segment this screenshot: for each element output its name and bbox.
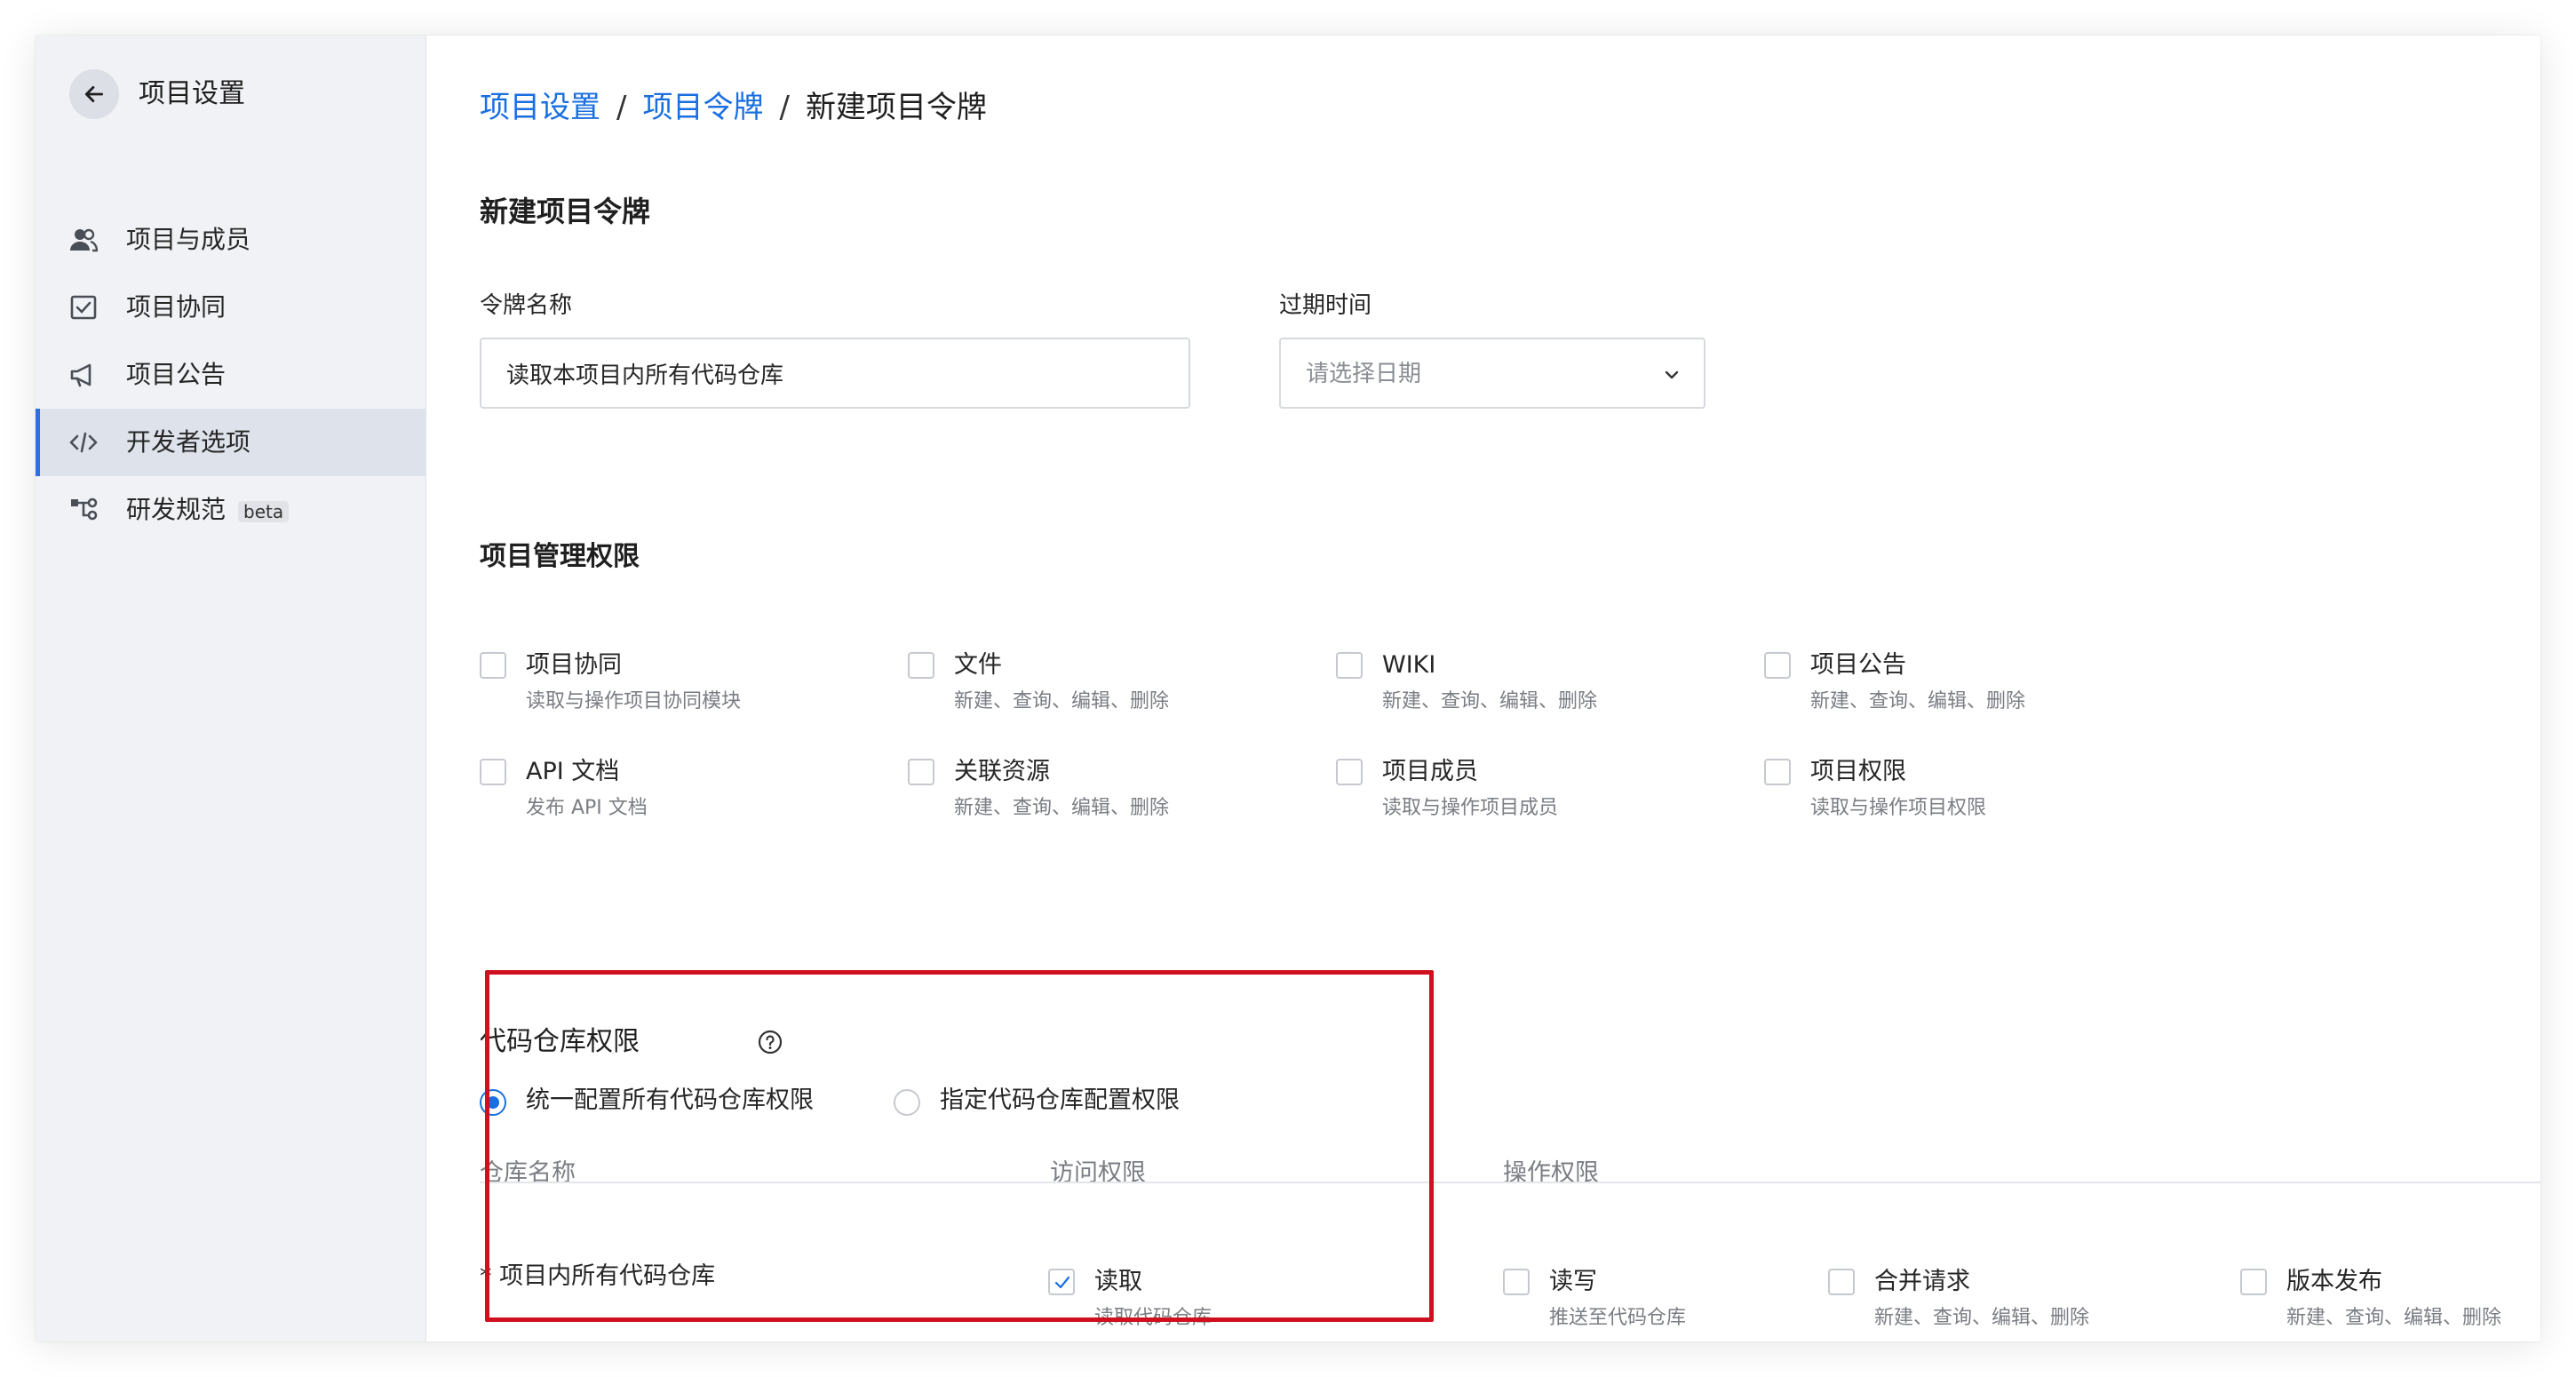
perm-checkbox[interactable] [1764,652,1791,679]
perm-checkbox[interactable] [1764,759,1791,785]
perm-checkbox[interactable] [1336,759,1363,785]
perm-title: 项目协同 [526,651,622,679]
radio-specific[interactable] [894,1089,920,1116]
perm-checkbox[interactable] [1828,1269,1855,1295]
sidebar-item-collaboration[interactable]: 项目协同 [36,274,426,341]
help-circle-icon[interactable] [757,1029,783,1055]
perm-title: 关联资源 [954,758,1050,785]
repo-name-cell: * 项目内所有代码仓库 [480,1262,716,1290]
perm-title: 项目公告 [1810,651,1906,679]
checklist-icon [69,295,98,320]
breadcrumb-link-project-tokens[interactable]: 项目令牌 [642,90,763,125]
perm-title: API 文档 [526,758,620,785]
app-window: 项目设置 项目与成员 项目协同 项目公告 开发者选项 研发规范 beta 项目设… [36,36,2540,1341]
code-icon [69,430,98,455]
breadcrumb-link-project-settings[interactable]: 项目设置 [480,90,600,125]
radio-specific-label[interactable]: 指定代码仓库配置权限 [940,1084,1180,1118]
sidebar-item-label: 项目与成员 [126,225,251,254]
perm-checkbox[interactable] [908,652,934,679]
sidebar-item-developer[interactable]: 开发者选项 [36,409,426,476]
breadcrumb-current: 新建项目令牌 [805,90,987,125]
chevron-down-icon [1665,370,1679,379]
access-read-checkbox[interactable] [1048,1269,1075,1295]
check-icon [1054,1276,1070,1289]
perm-title: 版本发布 [2286,1268,2382,1295]
perm-desc: 新建、查询、编辑、删除 [1810,690,2026,712]
perm-title: 合并请求 [1874,1268,1970,1295]
perm-desc: 新建、查询、编辑、删除 [1382,690,1598,712]
members-icon [69,227,98,252]
perm-title: 项目权限 [1810,758,1906,785]
sidebar-title: 项目设置 [139,78,245,109]
sidebar: 项目设置 项目与成员 项目协同 项目公告 开发者选项 研发规范 beta [36,36,426,1341]
perm-desc: 新建、查询、编辑、删除 [2286,1307,2502,1329]
sidebar-item-label: 开发者选项 [126,427,251,457]
expire-date-placeholder: 请选择日期 [1306,361,1422,387]
megaphone-icon [69,362,98,387]
sidebar-item-label: 项目公告 [126,360,227,389]
perm-checkbox[interactable] [2240,1269,2267,1295]
back-button[interactable] [69,69,119,119]
breadcrumb-separator: / [616,90,627,125]
sidebar-item-label: 项目协同 [126,292,227,322]
token-name-input[interactable] [480,338,1190,409]
perm-title: 项目成员 [1382,758,1478,785]
perm-title: 读取 [1094,1268,1142,1295]
perm-title: 读写 [1549,1268,1597,1295]
beta-badge: beta [238,501,290,522]
sidebar-item-announcement[interactable]: 项目公告 [36,341,426,409]
col-operation: 操作权限 [1503,1159,1599,1187]
sidebar-item-label: 研发规范 [126,495,227,524]
repo-permissions-title-text: 代码仓库权限 [480,1026,640,1057]
workflow-icon [69,497,98,522]
perm-desc: 读取与操作项目成员 [1382,797,1559,819]
perm-checkbox[interactable] [1336,652,1363,679]
breadcrumb: 项目设置 / 项目令牌 / 新建项目令牌 [480,87,987,128]
page-title: 新建项目令牌 [480,195,651,228]
project-permissions-title: 项目管理权限 [480,541,640,572]
main-content: 项目设置/项目令牌/新建项目令牌 新建项目令牌 令牌名称 过期时间 请选择日期 … [426,36,2540,1341]
repo-permissions-title: 代码仓库权限 [480,1023,783,1061]
perm-checkbox[interactable] [1503,1269,1530,1295]
perm-checkbox[interactable] [480,652,506,679]
radio-unified[interactable] [480,1089,506,1116]
perm-checkbox[interactable] [480,759,506,785]
perm-desc: 发布 API 文档 [526,797,648,819]
sidebar-item-members[interactable]: 项目与成员 [36,206,426,274]
perm-title: 文件 [954,651,1002,679]
perm-desc: 新建、查询、编辑、删除 [1874,1307,2090,1329]
perm-title: WIKI [1382,651,1436,679]
col-access: 访问权限 [1050,1159,1146,1187]
sidebar-item-dev-standards[interactable]: 研发规范 beta [36,476,426,544]
col-repo-name: 仓库名称 [480,1159,576,1187]
token-name-label: 令牌名称 [480,292,573,319]
perm-desc: 推送至代码仓库 [1549,1307,1687,1329]
expire-label: 过期时间 [1279,292,1372,319]
perm-desc: 读取与操作项目协同模块 [526,690,742,712]
perm-desc: 读取代码仓库 [1094,1307,1212,1329]
radio-unified-label[interactable]: 统一配置所有代码仓库权限 [526,1084,814,1118]
perm-checkbox[interactable] [908,759,934,785]
breadcrumb-separator: / [779,90,790,125]
expire-date-select[interactable]: 请选择日期 [1279,338,1705,409]
arrow-left-icon [84,86,104,102]
perm-desc: 读取与操作项目权限 [1810,797,1987,819]
table-divider [480,1182,2540,1183]
perm-desc: 新建、查询、编辑、删除 [954,690,1170,712]
perm-desc: 新建、查询、编辑、删除 [954,797,1170,819]
